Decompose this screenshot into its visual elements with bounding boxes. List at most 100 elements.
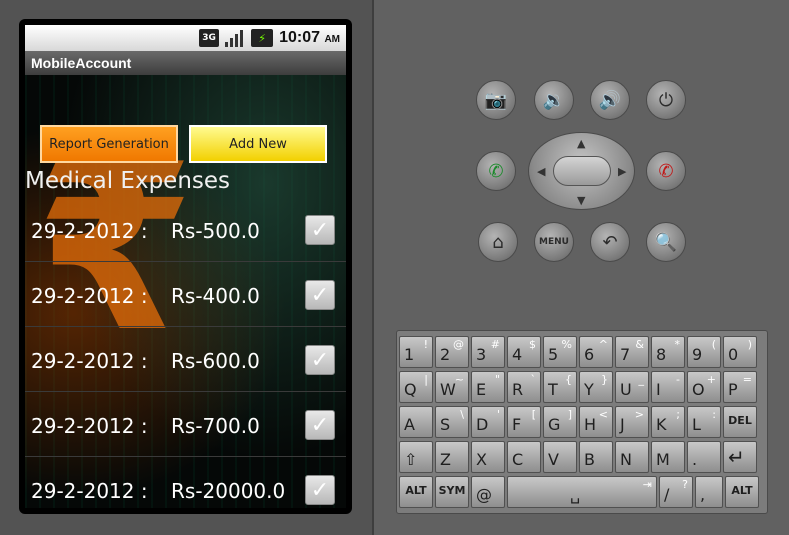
key-2[interactable]: 2 @ xyxy=(435,336,469,368)
report-generation-button[interactable]: Report Generation xyxy=(40,125,178,163)
key-main-label: 8 xyxy=(656,345,667,364)
expense-row[interactable]: 29-2-2012 : Rs-400.0 ✓ xyxy=(25,262,346,327)
key-sub-label: < xyxy=(598,408,608,421)
back-button[interactable]: ↶ xyxy=(590,222,630,262)
dpad-center-button[interactable] xyxy=(553,156,611,186)
key-u[interactable]: U _ xyxy=(615,371,649,403)
power-button[interactable]: ⏻ xyxy=(646,80,686,120)
add-new-button[interactable]: Add New xyxy=(189,125,327,163)
key-k[interactable]: K; xyxy=(651,406,685,438)
key-main-label: X xyxy=(476,450,487,469)
key-alt-left[interactable]: ALT xyxy=(399,476,433,508)
key-g[interactable]: G] xyxy=(543,406,577,438)
key-c[interactable]: C xyxy=(507,441,541,473)
key-v[interactable]: V xyxy=(543,441,577,473)
key-l[interactable]: L: xyxy=(687,406,721,438)
key-z[interactable]: Z xyxy=(435,441,469,473)
key-main-label: V xyxy=(548,450,559,469)
menu-button[interactable]: MENU xyxy=(534,222,574,262)
key-8[interactable]: 8 * xyxy=(651,336,685,368)
key-shift[interactable]: ⇧ xyxy=(399,441,433,473)
key-7[interactable]: 7 & xyxy=(615,336,649,368)
expense-row[interactable]: 29-2-2012 : Rs-20000.0 ✓ xyxy=(25,457,346,508)
volume-up-button[interactable]: 🔊 xyxy=(590,80,630,120)
key-main-label: B xyxy=(584,450,595,469)
key-sub-label: ] xyxy=(567,408,572,421)
key-h[interactable]: H < xyxy=(579,406,613,438)
key-f[interactable]: F[ xyxy=(507,406,541,438)
key-sub-label: ' xyxy=(496,408,500,421)
key-period[interactable]: . xyxy=(687,441,721,473)
dpad-left-icon[interactable]: ◀ xyxy=(537,165,545,178)
key-enter[interactable]: ↵ xyxy=(723,441,757,473)
key-m[interactable]: M xyxy=(651,441,685,473)
key-o[interactable]: O + xyxy=(687,371,721,403)
key-n[interactable]: N xyxy=(615,441,649,473)
home-icon: ⌂ xyxy=(492,231,504,253)
dpad-up-icon[interactable]: ▲ xyxy=(577,137,585,150)
key-4[interactable]: 4 $ xyxy=(507,336,541,368)
key-sym[interactable]: SYM xyxy=(435,476,469,508)
key-sub-label: & xyxy=(635,338,644,351)
dpad[interactable]: ▲ ▼ ◀ ▶ xyxy=(528,132,635,210)
key-main-label: Q xyxy=(404,380,417,399)
expense-checkbox[interactable]: ✓ xyxy=(305,410,335,440)
volume-down-button[interactable]: 🔉 xyxy=(534,80,574,120)
signal-strength-icon xyxy=(225,29,245,47)
key-0[interactable]: 0) xyxy=(723,336,757,368)
key-5[interactable]: 5% xyxy=(543,336,577,368)
key-main-label: H xyxy=(584,415,597,434)
key-1[interactable]: 1! xyxy=(399,336,433,368)
key-main-label: G xyxy=(548,415,561,434)
key-9[interactable]: 9( xyxy=(687,336,721,368)
key-main-label: I xyxy=(656,380,661,399)
expense-checkbox[interactable]: ✓ xyxy=(305,280,335,310)
call-button[interactable]: ✆ xyxy=(476,151,516,191)
key-6[interactable]: 6 ^ xyxy=(579,336,613,368)
key-slash[interactable]: /? xyxy=(659,476,693,508)
key-p[interactable]: P = xyxy=(723,371,757,403)
dpad-right-icon[interactable]: ▶ xyxy=(618,165,626,178)
home-button[interactable]: ⌂ xyxy=(478,222,518,262)
key-i[interactable]: I- xyxy=(651,371,685,403)
key-alt-right[interactable]: ALT xyxy=(725,476,759,508)
expense-checkbox[interactable]: ✓ xyxy=(305,475,335,505)
expense-checkbox[interactable]: ✓ xyxy=(305,345,335,375)
key-s[interactable]: S \ xyxy=(435,406,469,438)
key-w[interactable]: W ~ xyxy=(435,371,469,403)
power-icon: ⏻ xyxy=(658,89,674,111)
dpad-down-icon[interactable]: ▼ xyxy=(577,194,585,207)
key-y[interactable]: Y} xyxy=(579,371,613,403)
expense-list: 29-2-2012 : Rs-500.0 ✓ 29-2-2012 : Rs-40… xyxy=(25,197,346,508)
key-q[interactable]: Q | xyxy=(399,371,433,403)
key-a[interactable]: A xyxy=(399,406,433,438)
camera-button[interactable]: 📷 xyxy=(476,80,516,120)
key-j[interactable]: J > xyxy=(615,406,649,438)
expense-amount: Rs-20000.0 xyxy=(171,479,286,503)
key-comma[interactable]: , xyxy=(695,476,723,508)
key-at[interactable]: @ xyxy=(471,476,505,508)
key-r[interactable]: R ` xyxy=(507,371,541,403)
search-button[interactable]: 🔍 xyxy=(646,222,686,262)
expense-checkbox[interactable]: ✓ xyxy=(305,215,335,245)
key-main-label: Z xyxy=(440,450,451,469)
key-space[interactable]: ␣ ⇥ xyxy=(507,476,657,508)
expense-amount: Rs-400.0 xyxy=(171,284,260,308)
key-del[interactable]: DEL xyxy=(723,406,757,438)
key-x[interactable]: X xyxy=(471,441,505,473)
key-3[interactable]: 3 # xyxy=(471,336,505,368)
key-d[interactable]: D ' xyxy=(471,406,505,438)
key-main-label: K xyxy=(656,415,667,434)
key-sub-label: ^ xyxy=(598,338,608,351)
key-b[interactable]: B xyxy=(579,441,613,473)
expense-row[interactable]: 29-2-2012 : Rs-700.0 ✓ xyxy=(25,392,346,457)
key-main-label: 2 xyxy=(440,345,451,364)
key-main-label: . xyxy=(692,450,698,469)
expense-date: 29-2-2012 : xyxy=(31,219,148,243)
end-call-button[interactable]: ✆ xyxy=(646,151,686,191)
expense-row[interactable]: 29-2-2012 : Rs-500.0 ✓ xyxy=(25,197,346,262)
key-main-label: 9 xyxy=(692,345,703,364)
expense-row[interactable]: 29-2-2012 : Rs-600.0 ✓ xyxy=(25,327,346,392)
key-t[interactable]: T{ xyxy=(543,371,577,403)
key-e[interactable]: E " xyxy=(471,371,505,403)
